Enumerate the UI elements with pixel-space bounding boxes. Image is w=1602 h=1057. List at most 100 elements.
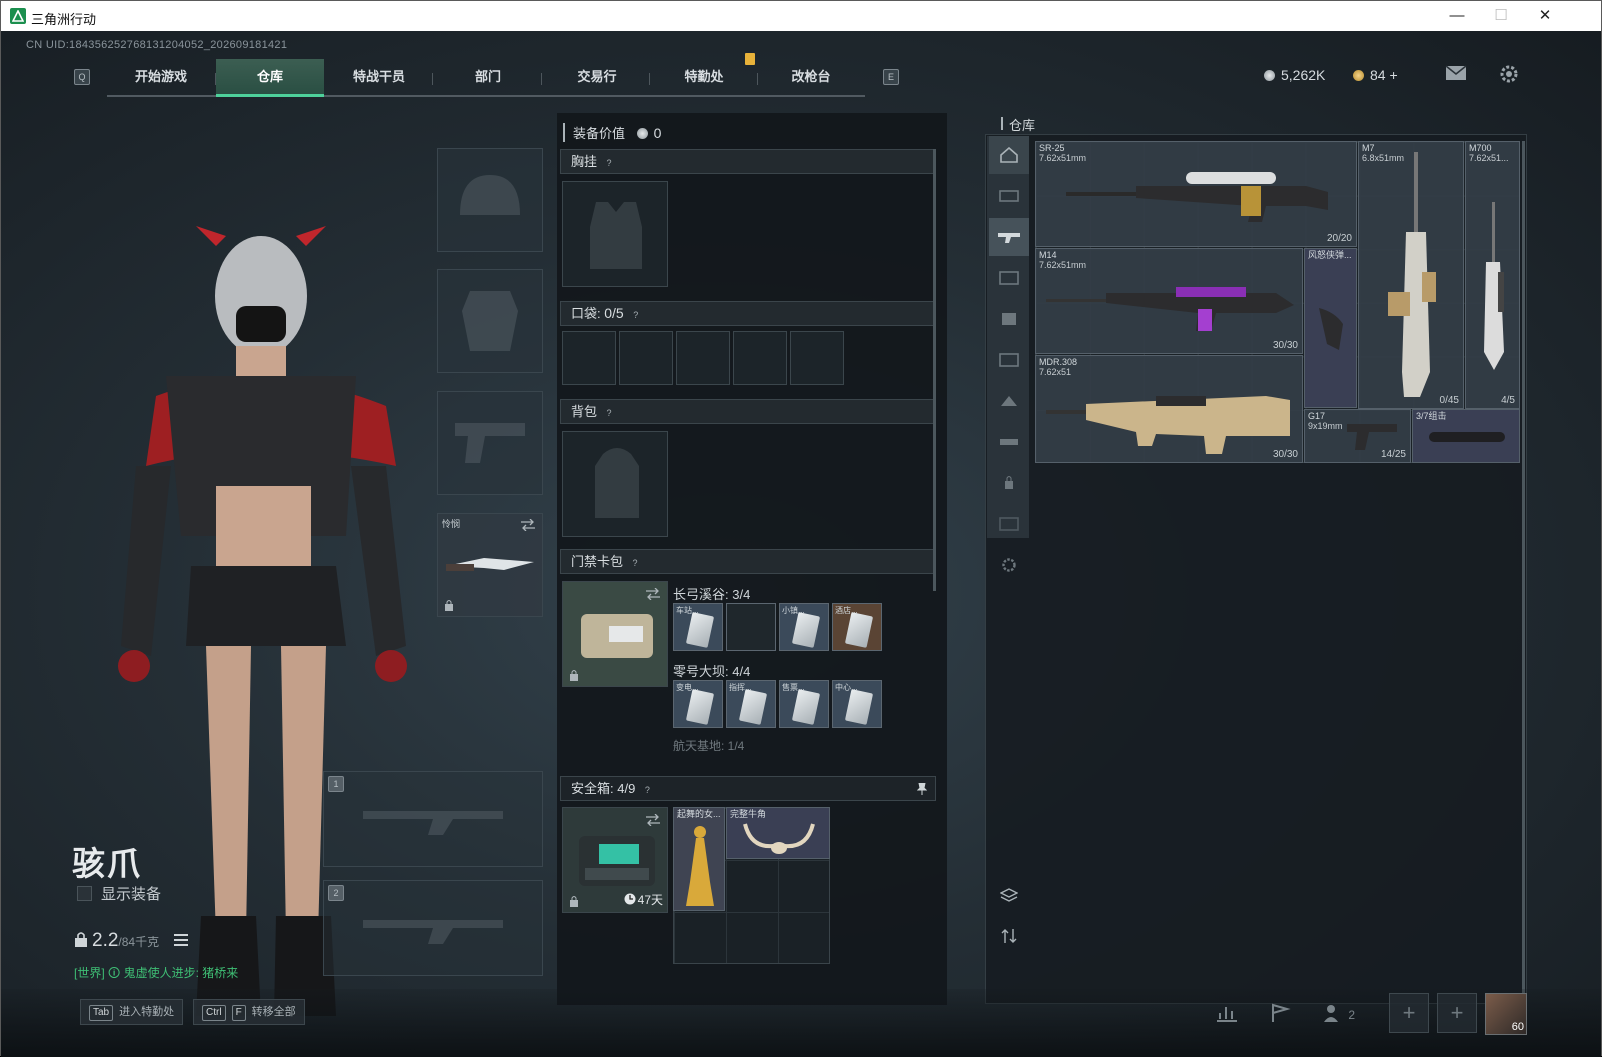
primary-weapon-slot-2[interactable]: 2 bbox=[323, 880, 543, 976]
keycard-item[interactable]: 酒店... bbox=[832, 603, 882, 651]
chest-rig-header: 胸挂? bbox=[560, 149, 936, 174]
category-equipment-icon[interactable] bbox=[989, 259, 1029, 297]
help-icon[interactable]: ? bbox=[603, 407, 615, 419]
safe-box-slot[interactable]: 47天 bbox=[562, 807, 668, 913]
keycard-item[interactable]: 售票... bbox=[779, 680, 829, 728]
pocket-slot[interactable] bbox=[790, 331, 844, 385]
settings-gear-icon[interactable] bbox=[1499, 64, 1521, 83]
enter-special-ops-hint[interactable]: Tab 进入特勤处 bbox=[80, 999, 184, 1025]
melee-name: 怜悯 bbox=[442, 519, 461, 529]
prev-tab-key[interactable]: Q bbox=[74, 69, 90, 85]
chest-rig-slot[interactable] bbox=[562, 181, 668, 287]
invite-slot-1[interactable]: + bbox=[1389, 993, 1429, 1033]
flag-icon[interactable] bbox=[1269, 1003, 1295, 1025]
help-icon[interactable]: ? bbox=[641, 784, 653, 796]
category-weapons-icon[interactable] bbox=[989, 218, 1029, 256]
keycard-item[interactable]: 变电... bbox=[673, 680, 723, 728]
show-equipment-toggle[interactable]: 显示装备 bbox=[77, 883, 161, 904]
squad-members[interactable]: 2 bbox=[1323, 1003, 1355, 1023]
keycard-empty-slot[interactable] bbox=[726, 603, 776, 651]
silver-coin-icon bbox=[1264, 70, 1275, 81]
keycard-case-slot[interactable] bbox=[562, 581, 668, 687]
help-icon[interactable]: ? bbox=[603, 157, 615, 169]
tab-start-game[interactable]: 开始游戏 bbox=[107, 59, 215, 97]
keycard-item[interactable]: 指挥... bbox=[726, 680, 776, 728]
knife-icon bbox=[446, 558, 534, 571]
help-icon[interactable]: ? bbox=[629, 557, 641, 569]
keycard-item[interactable]: 中心... bbox=[832, 680, 882, 728]
category-parts-icon[interactable] bbox=[989, 423, 1029, 461]
pocket-slot[interactable] bbox=[733, 331, 787, 385]
maximize-button[interactable]: ☐ bbox=[1481, 5, 1521, 27]
layers-icon[interactable] bbox=[989, 877, 1029, 915]
melee-slot[interactable]: 怜悯 bbox=[437, 513, 543, 617]
weapon-sr25[interactable]: SR-25 7.62x51mm 20/20 bbox=[1035, 141, 1357, 247]
close-button[interactable]: ✕ bbox=[1525, 5, 1565, 27]
pocket-slot[interactable] bbox=[562, 331, 616, 385]
pocket-slot[interactable] bbox=[619, 331, 673, 385]
tab-operators[interactable]: 特战干员 bbox=[325, 59, 433, 97]
swap-icon[interactable] bbox=[520, 519, 536, 531]
category-misc-icon[interactable] bbox=[989, 505, 1029, 543]
scope-item[interactable]: 3/7组击 bbox=[1412, 409, 1520, 463]
category-collectibles-icon[interactable] bbox=[989, 382, 1029, 420]
key-group-title: 长弓溪谷: 3/4 bbox=[673, 587, 751, 602]
backpack-slot[interactable] bbox=[562, 431, 668, 537]
pistol-slot[interactable] bbox=[437, 391, 543, 495]
operator-name: 骇爪 bbox=[72, 844, 142, 883]
weapon-m7[interactable]: M7 6.8x51mm 0/45 bbox=[1358, 141, 1464, 409]
carry-weight: 2.2/84千克 bbox=[74, 930, 189, 952]
warehouse-settings-icon[interactable] bbox=[989, 546, 1029, 584]
key-group-title: 零号大坝: 4/4 bbox=[673, 664, 751, 679]
next-tab-key[interactable]: E bbox=[883, 69, 899, 85]
app-logo-icon bbox=[10, 8, 26, 24]
tab-gunsmith[interactable]: 改枪台 bbox=[757, 59, 865, 97]
minimize-button[interactable]: — bbox=[1437, 5, 1477, 27]
safe-box-icon bbox=[579, 836, 655, 886]
category-locked-icon[interactable] bbox=[989, 464, 1029, 502]
helmet-slot[interactable] bbox=[437, 148, 543, 252]
weapon-m700[interactable]: M700 7.62x51... 4/5 bbox=[1465, 141, 1520, 409]
tab-warehouse[interactable]: 仓库 bbox=[216, 59, 324, 97]
slot-number: 2 bbox=[328, 885, 344, 901]
invite-slot-2[interactable]: + bbox=[1437, 993, 1477, 1033]
add-currency-button[interactable]: + bbox=[1389, 67, 1397, 83]
world-chat-message[interactable]: [世界] 🛈 鬼虚使人进步: 猪桥来 bbox=[74, 964, 238, 985]
keycard-item[interactable]: 小镇... bbox=[779, 603, 829, 651]
list-icon[interactable] bbox=[174, 934, 189, 946]
tab-trade[interactable]: 交易行 bbox=[543, 59, 651, 97]
window-title: 三角洲行动 bbox=[31, 13, 97, 28]
player-avatar[interactable]: 60 bbox=[1485, 993, 1527, 1035]
stats-icon[interactable] bbox=[1215, 1003, 1241, 1025]
warehouse-scrollbar[interactable] bbox=[1522, 141, 1525, 1003]
gold-currency[interactable]: 84 + bbox=[1353, 67, 1398, 83]
checkbox[interactable] bbox=[77, 886, 92, 901]
category-medical-icon[interactable] bbox=[989, 341, 1029, 379]
backpack-header: 背包? bbox=[560, 399, 936, 424]
sort-icon[interactable] bbox=[989, 917, 1029, 955]
mail-icon[interactable] bbox=[1445, 65, 1467, 83]
armor-slot[interactable] bbox=[437, 269, 543, 373]
category-armor-icon[interactable] bbox=[989, 300, 1029, 338]
category-ammo-icon[interactable] bbox=[989, 177, 1029, 215]
pistol-g17[interactable]: G17 9x19mm 14/25 bbox=[1304, 409, 1411, 463]
weapon-m14[interactable]: M14 7.62x51mm 30/30 bbox=[1035, 248, 1303, 354]
silver-currency[interactable]: 5,262K bbox=[1264, 67, 1325, 83]
magazine-item[interactable]: 风怒侠弹... bbox=[1304, 248, 1357, 408]
primary-weapon-slot-1[interactable]: 1 bbox=[323, 771, 543, 867]
swap-icon[interactable] bbox=[645, 588, 661, 600]
tab-department[interactable]: 部门 bbox=[434, 59, 542, 97]
transfer-all-hint[interactable]: Ctrl F 转移全部 bbox=[193, 999, 305, 1025]
pin-icon[interactable] bbox=[917, 783, 927, 795]
category-all-icon[interactable] bbox=[989, 136, 1029, 174]
bull-horn-item[interactable]: 完整牛角 bbox=[726, 807, 830, 859]
dancer-statue-item[interactable]: 起舞的女... bbox=[673, 807, 725, 911]
help-icon[interactable]: ? bbox=[630, 309, 642, 321]
loadout-scrollbar[interactable] bbox=[933, 149, 936, 591]
tab-special-ops[interactable]: 特勤处 bbox=[650, 59, 758, 97]
pocket-slot[interactable] bbox=[676, 331, 730, 385]
weapon-mdr308[interactable]: MDR.308 7.62x51 30/30 bbox=[1035, 355, 1303, 463]
swap-icon[interactable] bbox=[645, 814, 661, 826]
silver-coin-icon bbox=[636, 128, 648, 139]
keycard-item[interactable]: 车站... bbox=[673, 603, 723, 651]
